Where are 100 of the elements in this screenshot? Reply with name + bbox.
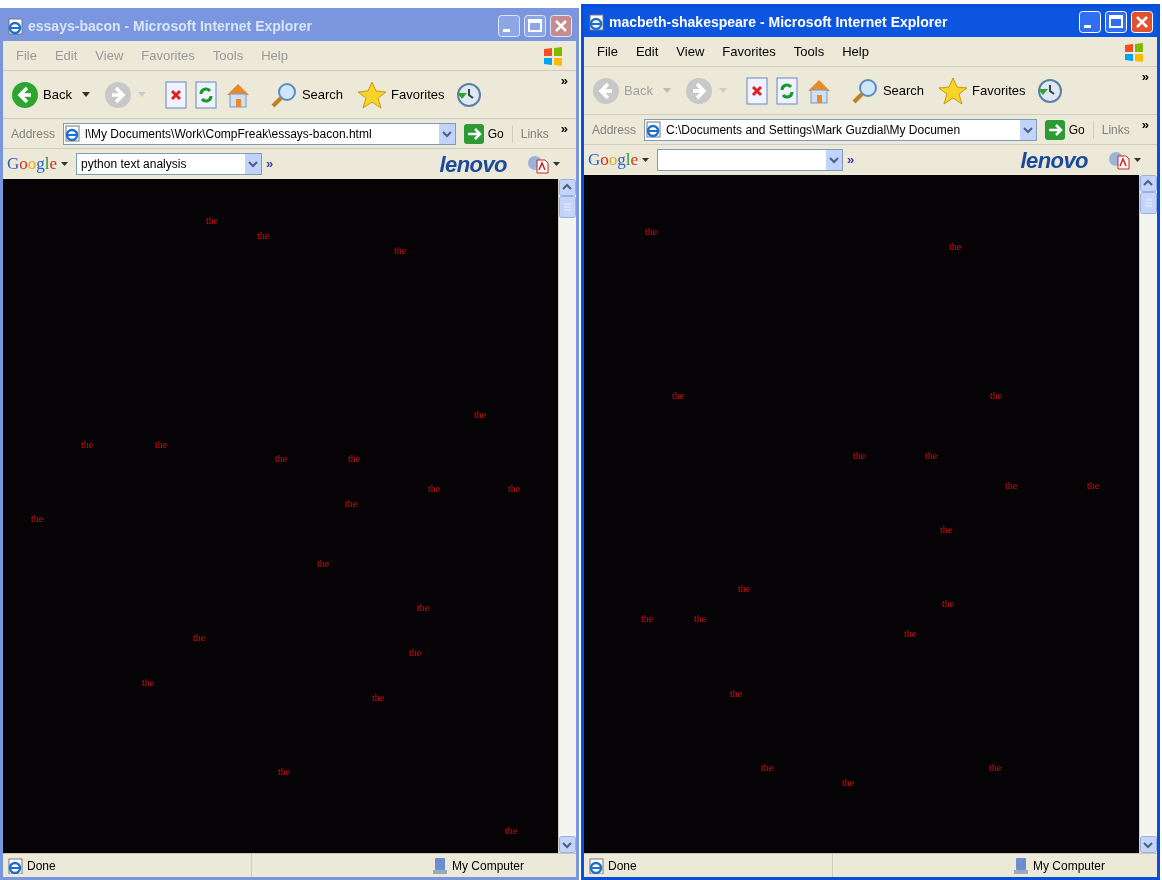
zone-label: My Computer: [452, 857, 526, 875]
scroll-down-button[interactable]: [559, 836, 576, 853]
word-label: the: [730, 689, 743, 699]
word-label: the: [155, 440, 168, 450]
refresh-icon[interactable]: [193, 80, 218, 109]
history-icon[interactable]: [1035, 76, 1064, 105]
windows-flag-icon: [1123, 40, 1145, 63]
word-label: the: [738, 584, 751, 594]
menu-item[interactable]: Help: [833, 41, 878, 62]
menu-item[interactable]: View: [667, 41, 714, 62]
dropdown-caret-icon[interactable]: [553, 162, 560, 166]
dropdown-caret-icon[interactable]: [81, 92, 90, 97]
menu-item[interactable]: Edit: [626, 41, 668, 62]
word-label: the: [348, 454, 361, 464]
minimize-button[interactable]: [498, 15, 520, 37]
dropdown-caret-icon[interactable]: [61, 162, 69, 166]
word-label: the: [317, 559, 330, 569]
more-chevron[interactable]: »: [1141, 115, 1153, 135]
favorites-button[interactable]: Favorites: [934, 71, 1030, 110]
page-icon: [64, 125, 82, 142]
word-label: the: [645, 227, 658, 237]
word-label: the: [508, 484, 521, 494]
go-button[interactable]: Go: [1040, 119, 1089, 140]
word-label: the: [409, 648, 422, 658]
scroll-down-button[interactable]: [1140, 836, 1157, 853]
magnifier-icon: [269, 80, 298, 109]
more-chevron[interactable]: »: [560, 71, 572, 91]
word-label: the: [761, 763, 774, 773]
dropdown-caret-icon[interactable]: [642, 158, 650, 162]
star-icon: [357, 80, 388, 109]
pdf-icon[interactable]: [527, 154, 549, 174]
word-label: the: [206, 216, 219, 226]
word-label: the: [372, 693, 385, 703]
vertical-scrollbar[interactable]: [558, 179, 576, 853]
word-label: the: [990, 391, 1003, 401]
more-chevron[interactable]: »: [1141, 67, 1153, 87]
word-label: the: [853, 451, 866, 461]
status-text: Done: [27, 857, 57, 875]
menu-item[interactable]: Favorites: [713, 41, 785, 62]
address-label: Address: [10, 125, 57, 143]
word-label: the: [142, 678, 155, 688]
word-label: the: [1005, 481, 1018, 491]
word-label: the: [694, 614, 707, 624]
windows-flag-icon: [542, 44, 564, 67]
word-label: the: [417, 603, 430, 613]
word-label: the: [81, 440, 94, 450]
stop-icon[interactable]: [163, 80, 188, 109]
page-icon: [7, 17, 24, 35]
scroll-thumb[interactable]: [1140, 192, 1157, 214]
window-title: macbeth-shakespeare - Microsoft Internet Explorer: [609, 12, 949, 32]
vertical-scrollbar[interactable]: [1139, 175, 1157, 853]
computer-icon: [1013, 856, 1029, 875]
word-label: the: [904, 629, 917, 639]
back-button[interactable]: Back: [7, 75, 76, 114]
search-field[interactable]: [657, 149, 844, 171]
scroll-thumb[interactable]: [559, 196, 576, 218]
search-button[interactable]: Search: [846, 71, 929, 110]
search-button[interactable]: Search: [265, 75, 348, 114]
go-button[interactable]: Go: [459, 123, 508, 144]
refresh-icon[interactable]: [774, 76, 799, 105]
favorites-button[interactable]: Favorites: [353, 75, 449, 114]
word-label: the: [31, 514, 44, 524]
word-label: the: [989, 763, 1002, 773]
page-icon: [645, 121, 663, 138]
word-label: the: [278, 767, 291, 777]
word-label: the: [394, 246, 407, 256]
computer-icon: [432, 856, 448, 875]
maximize-button[interactable]: [524, 15, 546, 37]
google-logo[interactable]: Google: [7, 151, 58, 177]
history-icon[interactable]: [454, 80, 483, 109]
word-label: the: [505, 826, 518, 836]
page-icon: [588, 13, 605, 31]
close-button[interactable]: [550, 15, 572, 37]
more-chevron[interactable]: »: [266, 154, 274, 174]
magnifier-icon: [850, 76, 879, 105]
word-label: the: [940, 525, 953, 535]
word-label: the: [1087, 481, 1100, 491]
word-label: the: [672, 391, 685, 401]
pdf-icon[interactable]: [1108, 150, 1130, 170]
word-label: the: [925, 451, 938, 461]
more-chevron[interactable]: »: [560, 119, 572, 139]
menu-item[interactable]: Tools: [784, 41, 834, 62]
zone-label: My Computer: [1033, 857, 1107, 875]
word-label: the: [428, 484, 441, 494]
word-label: the: [193, 633, 206, 643]
page-icon: [7, 857, 23, 874]
menu-item[interactable]: File: [588, 41, 627, 62]
address-label: Address: [591, 121, 638, 139]
search-field[interactable]: python text analysis: [76, 153, 263, 175]
address-field[interactable]: l\My Documents\Work\CompFreak\essays-bacon.html: [63, 122, 456, 145]
scroll-up-button[interactable]: [1140, 175, 1157, 192]
dropdown-caret-icon[interactable]: [1134, 158, 1141, 162]
google-logo[interactable]: Google: [588, 147, 639, 173]
word-label: the: [949, 242, 962, 252]
scroll-up-button[interactable]: [559, 179, 576, 196]
more-chevron[interactable]: »: [847, 150, 855, 170]
address-field[interactable]: C:\Documents and Settings\Mark Guzdial\My Documen: [644, 118, 1037, 141]
star-icon: [938, 76, 969, 105]
word-label: the: [842, 778, 855, 788]
stop-icon[interactable]: [744, 76, 769, 105]
